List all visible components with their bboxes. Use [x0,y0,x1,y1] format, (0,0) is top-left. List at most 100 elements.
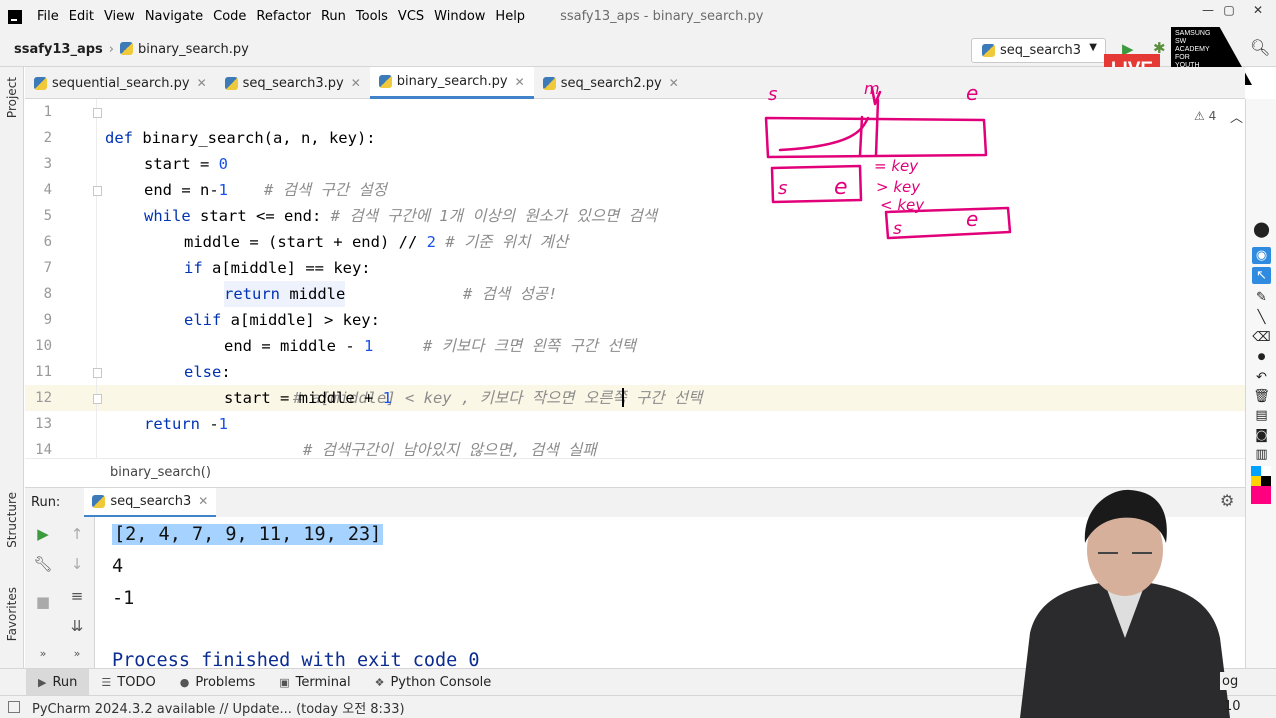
color-swatch-yellow[interactable] [1251,476,1261,486]
window-title: ssafy13_aps - binary_search.py [560,9,764,24]
menu-vcs[interactable]: VCS [393,9,429,24]
function-breadcrumb[interactable]: binary_search() [110,465,211,480]
more-icon[interactable]: » [65,647,89,660]
tab-label: seq_search2.py [560,75,662,91]
console-line: 4 [112,556,124,577]
trash-icon[interactable]: 🗑︎ [1252,388,1271,405]
close-window-button[interactable]: ✕ [1238,0,1276,22]
tab-label: binary_search.py [396,74,508,89]
down-arrow-icon[interactable]: ↓ [65,555,89,573]
tool-label: Problems [195,674,256,690]
chevron-down-icon: ▼ [1089,42,1097,53]
close-icon[interactable]: ✕ [198,494,208,508]
project-breadcrumb[interactable]: ssafy13_aps [14,42,103,57]
color-swatch-black[interactable] [1261,476,1271,486]
tool-label: Python Console [390,674,492,690]
screen-icon[interactable]: ▤ [1252,407,1271,424]
problems-tool-button[interactable]: ● Problems [168,669,268,696]
console-line: [2, 4, 7, 9, 11, 19, 23] [112,524,384,545]
menu-help[interactable]: Help [490,9,530,24]
presenter-video [1020,489,1230,718]
more-icon[interactable]: » [31,647,55,660]
previous-highlight-icon[interactable]: ︿ [1230,107,1243,126]
close-icon[interactable]: ✕ [515,75,525,89]
color-swatch-white[interactable] [1261,466,1271,476]
left-tool-strip: Project Structure Favorites [0,67,24,695]
menu-bar: File Edit View Navigate Code Refactor Ru… [0,0,1276,33]
menu-file[interactable]: File [32,9,64,24]
tab-seq-search3[interactable]: seq_search3.py ✕ [216,67,370,99]
structure-tool-button[interactable]: Structure [5,492,19,548]
close-icon[interactable]: ✕ [351,76,361,90]
python-console-icon: ❖ [374,675,385,689]
favorites-tool-button[interactable]: Favorites [5,587,19,641]
dot-size-icon[interactable]: ● [1252,349,1271,366]
python-console-tool-button[interactable]: ❖ Python Console [363,669,504,696]
run-config-label: seq_search3 [1000,43,1081,58]
tab-label: seq_search3.py [242,75,344,91]
menu-edit[interactable]: Edit [64,9,99,24]
menu-tools[interactable]: Tools [351,9,393,24]
run-tool-button[interactable]: ▶ Run [26,668,90,696]
cursor-icon[interactable]: ↖ [1252,267,1271,284]
todo-tool-button[interactable]: ☰ TODO [89,669,167,696]
code-line-10: else: # a[middle] < key , 키보다 작으면 오른쪽 구간… [25,333,1245,407]
soft-wrap-icon[interactable]: ≡ [65,587,89,605]
color-swatch-blue[interactable] [1251,466,1261,476]
menu-navigate[interactable]: Navigate [140,9,208,24]
stop-icon[interactable]: ■ [31,593,55,611]
terminal-tool-button[interactable]: ▣ Terminal [267,669,362,696]
scroll-to-end-icon[interactable]: ⇊ [65,617,89,635]
pencil-icon[interactable]: ✎ [1252,289,1271,306]
wrench-icon[interactable]: 🔧︎ [31,555,55,573]
number-token: 1 [218,415,229,433]
file-breadcrumb-label: binary_search.py [138,42,249,57]
inspection-count: 4 [1208,109,1217,123]
terminal-icon: ▣ [279,675,290,689]
status-position-partial[interactable]: 10 [1224,699,1241,714]
color-swatch-pink[interactable] [1251,486,1271,504]
eye-icon[interactable]: ◉ [1252,247,1271,264]
run-tab-seq-search3[interactable]: seq_search3 ✕ [84,487,217,518]
tab-label: sequential_search.py [52,75,190,91]
pycharm-logo-icon [8,9,22,24]
close-icon[interactable]: ✕ [669,76,679,90]
undo-icon[interactable]: ↶ [1252,369,1271,386]
tab-sequential-search[interactable]: sequential_search.py ✕ [25,67,216,99]
inspection-warning-badge[interactable]: ⚠ 4 [1194,109,1216,123]
run-configuration-select[interactable]: seq_search3 ▼ [971,38,1106,63]
search-icon[interactable]: 🔍︎ [1250,38,1270,57]
list-icon: ☰ [101,675,112,689]
drawing-toolbar: ⬤ ◉ ↖ ✎ ╲ ⌫ ● ↶ 🗑︎ ▤ ◙ ▥ [1245,99,1276,668]
play-icon[interactable]: ▶ [31,525,55,543]
editor-breadcrumb-bar: binary_search() [25,458,1245,486]
project-tool-button[interactable]: Project [5,77,19,118]
file-breadcrumb[interactable]: binary_search.py [120,42,249,57]
line-tool-icon[interactable]: ╲ [1252,309,1271,326]
tool-label: Run [52,674,78,690]
camera-icon[interactable]: ◙ [1252,427,1271,444]
python-file-icon [224,76,238,90]
window-icon[interactable] [8,701,20,713]
tab-seq-search2[interactable]: seq_search2.py ✕ [534,67,688,99]
close-icon[interactable]: ✕ [197,76,207,90]
python-file-icon [120,42,133,55]
pen-tool-icon[interactable]: ⬤ [1252,221,1271,238]
up-arrow-icon[interactable]: ↑ [65,525,89,543]
menu-window[interactable]: Window [429,9,490,24]
tab-binary-search[interactable]: binary_search.py ✕ [369,67,534,99]
menu-code[interactable]: Code [208,9,251,24]
tool-label: TODO [117,674,156,690]
menu-view[interactable]: View [99,9,140,24]
tool-window-label-partial[interactable]: og [1222,674,1238,689]
console-exit-line: Process finished with exit code 0 [112,650,480,668]
python-file-icon [982,44,995,57]
menu-run[interactable]: Run [316,9,351,24]
menu-refactor[interactable]: Refactor [251,9,316,24]
play-icon: ▶ [38,675,47,689]
code-line-12: return -1 # 검색구간이 남아있지 않으면, 검색 실패 [25,385,1245,458]
code-editor[interactable]: 1 2 3 4 5 6 7 8 9 10 11 12 13 14 def bin… [25,99,1245,458]
eraser-icon[interactable]: ⌫ [1252,329,1271,346]
status-message[interactable]: PyCharm 2024.3.2 available // Update... … [32,698,405,717]
clipboard-icon[interactable]: ▥ [1252,446,1271,463]
